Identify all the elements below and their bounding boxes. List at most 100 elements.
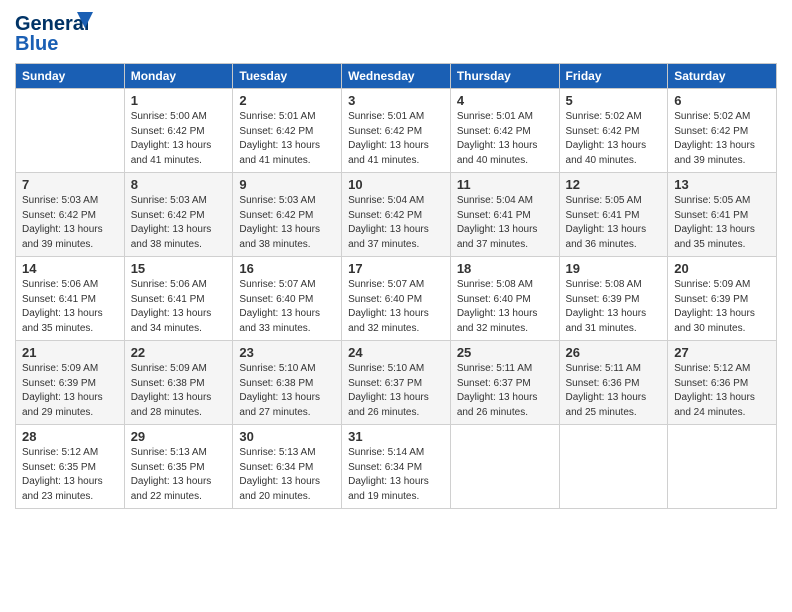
day-cell: 31 Sunrise: 5:14 AM Sunset: 6:34 PM Dayli…	[342, 425, 451, 509]
day-number: 7	[22, 177, 118, 192]
day-number: 20	[674, 261, 770, 276]
day-number: 30	[239, 429, 335, 444]
day-cell: 11 Sunrise: 5:04 AM Sunset: 6:41 PM Dayli…	[450, 173, 559, 257]
day-info: Sunrise: 5:11 AM Sunset: 6:36 PM Dayligh…	[566, 362, 662, 420]
day-cell: 17 Sunrise: 5:07 AM Sunset: 6:40 PM Dayli…	[342, 257, 451, 341]
day-number: 28	[22, 429, 118, 444]
day-cell: 28 Sunrise: 5:12 AM Sunset: 6:35 PM Dayli…	[16, 425, 125, 509]
day-info: Sunrise: 5:01 AM Sunset: 6:42 PM Dayligh…	[457, 110, 553, 168]
day-info: Sunrise: 5:03 AM Sunset: 6:42 PM Dayligh…	[131, 194, 227, 252]
col-header-saturday: Saturday	[668, 64, 777, 89]
day-number: 24	[348, 345, 444, 360]
day-cell	[668, 425, 777, 509]
day-number: 6	[674, 93, 770, 108]
week-row-1: 1 Sunrise: 5:00 AM Sunset: 6:42 PM Daylig…	[16, 89, 777, 173]
col-header-tuesday: Tuesday	[233, 64, 342, 89]
day-number: 17	[348, 261, 444, 276]
day-info: Sunrise: 5:03 AM Sunset: 6:42 PM Dayligh…	[22, 194, 118, 252]
day-info: Sunrise: 5:08 AM Sunset: 6:39 PM Dayligh…	[566, 278, 662, 336]
day-info: Sunrise: 5:00 AM Sunset: 6:42 PM Dayligh…	[131, 110, 227, 168]
day-info: Sunrise: 5:12 AM Sunset: 6:36 PM Dayligh…	[674, 362, 770, 420]
day-cell: 18 Sunrise: 5:08 AM Sunset: 6:40 PM Dayli…	[450, 257, 559, 341]
day-number: 31	[348, 429, 444, 444]
logo-svg: GeneralBlue	[15, 10, 95, 55]
day-info: Sunrise: 5:08 AM Sunset: 6:40 PM Dayligh…	[457, 278, 553, 336]
day-info: Sunrise: 5:06 AM Sunset: 6:41 PM Dayligh…	[131, 278, 227, 336]
day-info: Sunrise: 5:06 AM Sunset: 6:41 PM Dayligh…	[22, 278, 118, 336]
day-cell: 27 Sunrise: 5:12 AM Sunset: 6:36 PM Dayli…	[668, 341, 777, 425]
day-number: 8	[131, 177, 227, 192]
day-number: 3	[348, 93, 444, 108]
day-cell: 2 Sunrise: 5:01 AM Sunset: 6:42 PM Daylig…	[233, 89, 342, 173]
day-info: Sunrise: 5:05 AM Sunset: 6:41 PM Dayligh…	[566, 194, 662, 252]
day-info: Sunrise: 5:03 AM Sunset: 6:42 PM Dayligh…	[239, 194, 335, 252]
day-info: Sunrise: 5:07 AM Sunset: 6:40 PM Dayligh…	[348, 278, 444, 336]
logo: GeneralBlue	[15, 10, 95, 55]
day-cell: 3Sunrise: 5:01 AM Sunset: 6:42 PM Daylig…	[342, 89, 451, 173]
day-number: 5	[566, 93, 662, 108]
col-header-thursday: Thursday	[450, 64, 559, 89]
day-cell: 19 Sunrise: 5:08 AM Sunset: 6:39 PM Dayli…	[559, 257, 668, 341]
day-info: Sunrise: 5:09 AM Sunset: 6:39 PM Dayligh…	[674, 278, 770, 336]
svg-text:General: General	[15, 13, 89, 35]
day-cell	[559, 425, 668, 509]
day-info: Sunrise: 5:10 AM Sunset: 6:38 PM Dayligh…	[239, 362, 335, 420]
day-info: Sunrise: 5:12 AM Sunset: 6:35 PM Dayligh…	[22, 446, 118, 504]
col-header-sunday: Sunday	[16, 64, 125, 89]
calendar-table: SundayMondayTuesdayWednesdayThursdayFrid…	[15, 63, 777, 509]
day-info: Sunrise: 5:04 AM Sunset: 6:42 PM Dayligh…	[348, 194, 444, 252]
day-cell: 20 Sunrise: 5:09 AM Sunset: 6:39 PM Dayli…	[668, 257, 777, 341]
svg-text:Blue: Blue	[15, 33, 58, 55]
day-info: Sunrise: 5:04 AM Sunset: 6:41 PM Dayligh…	[457, 194, 553, 252]
day-cell: 8 Sunrise: 5:03 AM Sunset: 6:42 PM Daylig…	[124, 173, 233, 257]
week-row-4: 21Sunrise: 5:09 AM Sunset: 6:39 PM Dayli…	[16, 341, 777, 425]
day-number: 10	[348, 177, 444, 192]
day-number: 2	[239, 93, 335, 108]
week-row-3: 14 Sunrise: 5:06 AM Sunset: 6:41 PM Dayli…	[16, 257, 777, 341]
day-info: Sunrise: 5:02 AM Sunset: 6:42 PM Dayligh…	[566, 110, 662, 168]
day-cell: 16 Sunrise: 5:07 AM Sunset: 6:40 PM Dayli…	[233, 257, 342, 341]
day-number: 29	[131, 429, 227, 444]
day-number: 16	[239, 261, 335, 276]
day-info: Sunrise: 5:02 AM Sunset: 6:42 PM Dayligh…	[674, 110, 770, 168]
day-cell: 24Sunrise: 5:10 AM Sunset: 6:37 PM Dayli…	[342, 341, 451, 425]
day-number: 25	[457, 345, 553, 360]
day-number: 22	[131, 345, 227, 360]
day-info: Sunrise: 5:07 AM Sunset: 6:40 PM Dayligh…	[239, 278, 335, 336]
day-info: Sunrise: 5:14 AM Sunset: 6:34 PM Dayligh…	[348, 446, 444, 504]
day-number: 14	[22, 261, 118, 276]
day-cell: 5 Sunrise: 5:02 AM Sunset: 6:42 PM Daylig…	[559, 89, 668, 173]
day-cell: 9 Sunrise: 5:03 AM Sunset: 6:42 PM Daylig…	[233, 173, 342, 257]
day-cell: 1 Sunrise: 5:00 AM Sunset: 6:42 PM Daylig…	[124, 89, 233, 173]
day-info: Sunrise: 5:09 AM Sunset: 6:39 PM Dayligh…	[22, 362, 118, 420]
day-number: 1	[131, 93, 227, 108]
day-number: 18	[457, 261, 553, 276]
day-info: Sunrise: 5:09 AM Sunset: 6:38 PM Dayligh…	[131, 362, 227, 420]
day-number: 11	[457, 177, 553, 192]
header-row: SundayMondayTuesdayWednesdayThursdayFrid…	[16, 64, 777, 89]
day-info: Sunrise: 5:13 AM Sunset: 6:35 PM Dayligh…	[131, 446, 227, 504]
day-cell: 7 Sunrise: 5:03 AM Sunset: 6:42 PM Daylig…	[16, 173, 125, 257]
day-cell: 4 Sunrise: 5:01 AM Sunset: 6:42 PM Daylig…	[450, 89, 559, 173]
day-cell: 21Sunrise: 5:09 AM Sunset: 6:39 PM Dayli…	[16, 341, 125, 425]
day-cell: 13Sunrise: 5:05 AM Sunset: 6:41 PM Dayli…	[668, 173, 777, 257]
day-number: 9	[239, 177, 335, 192]
day-number: 12	[566, 177, 662, 192]
day-cell: 22 Sunrise: 5:09 AM Sunset: 6:38 PM Dayli…	[124, 341, 233, 425]
day-cell: 30Sunrise: 5:13 AM Sunset: 6:34 PM Dayli…	[233, 425, 342, 509]
day-number: 19	[566, 261, 662, 276]
day-cell: 12 Sunrise: 5:05 AM Sunset: 6:41 PM Dayli…	[559, 173, 668, 257]
day-cell: 26Sunrise: 5:11 AM Sunset: 6:36 PM Dayli…	[559, 341, 668, 425]
header: GeneralBlue	[15, 10, 777, 55]
day-cell: 23Sunrise: 5:10 AM Sunset: 6:38 PM Dayli…	[233, 341, 342, 425]
day-number: 4	[457, 93, 553, 108]
col-header-friday: Friday	[559, 64, 668, 89]
week-row-5: 28 Sunrise: 5:12 AM Sunset: 6:35 PM Dayli…	[16, 425, 777, 509]
day-info: Sunrise: 5:01 AM Sunset: 6:42 PM Dayligh…	[239, 110, 335, 168]
day-number: 13	[674, 177, 770, 192]
col-header-wednesday: Wednesday	[342, 64, 451, 89]
week-row-2: 7 Sunrise: 5:03 AM Sunset: 6:42 PM Daylig…	[16, 173, 777, 257]
day-number: 27	[674, 345, 770, 360]
day-cell: 29 Sunrise: 5:13 AM Sunset: 6:35 PM Dayli…	[124, 425, 233, 509]
col-header-monday: Monday	[124, 64, 233, 89]
